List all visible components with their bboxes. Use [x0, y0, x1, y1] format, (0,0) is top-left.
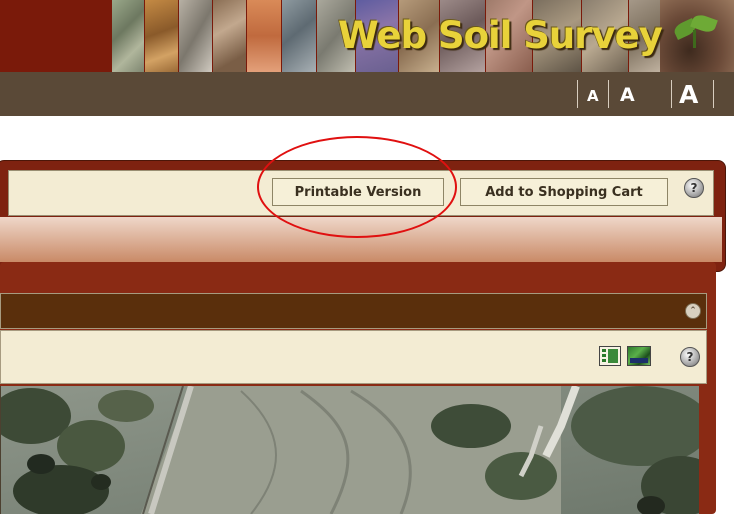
font-size-divider: [671, 80, 672, 108]
soil-image-tile: [282, 0, 316, 72]
legend-icon-graphic: [602, 349, 618, 363]
font-size-divider: [608, 80, 609, 108]
font-size-divider: [577, 80, 578, 108]
map-view-icon[interactable]: [627, 346, 651, 366]
map-panel-header: [0, 293, 707, 329]
aerial-map[interactable]: [0, 386, 699, 514]
aerial-map-graphic: [1, 386, 699, 514]
font-size-large-button[interactable]: A: [679, 80, 698, 109]
font-size-medium-button[interactable]: A: [620, 84, 635, 106]
hands-plant-image: [660, 0, 734, 72]
soil-image-tile: [247, 0, 281, 72]
site-title: Web Soil Survey: [338, 14, 663, 57]
soil-image-tile: [112, 0, 144, 72]
legend-icon[interactable]: [599, 346, 621, 366]
soil-image-tile: [145, 0, 178, 72]
help-icon[interactable]: ?: [680, 347, 700, 367]
map-view-icon-bar: [630, 358, 648, 363]
soil-image-tile: [179, 0, 212, 72]
collapse-icon[interactable]: ⌃: [685, 303, 701, 319]
font-size-divider: [713, 80, 714, 108]
help-icon[interactable]: ?: [684, 178, 704, 198]
soil-image-tile: [213, 0, 246, 72]
highlight-annotation: [257, 136, 457, 238]
add-to-shopping-cart-button[interactable]: Add to Shopping Cart: [460, 178, 668, 206]
header-banner: Web Soil Survey: [0, 0, 734, 72]
font-size-small-button[interactable]: A: [587, 87, 599, 105]
